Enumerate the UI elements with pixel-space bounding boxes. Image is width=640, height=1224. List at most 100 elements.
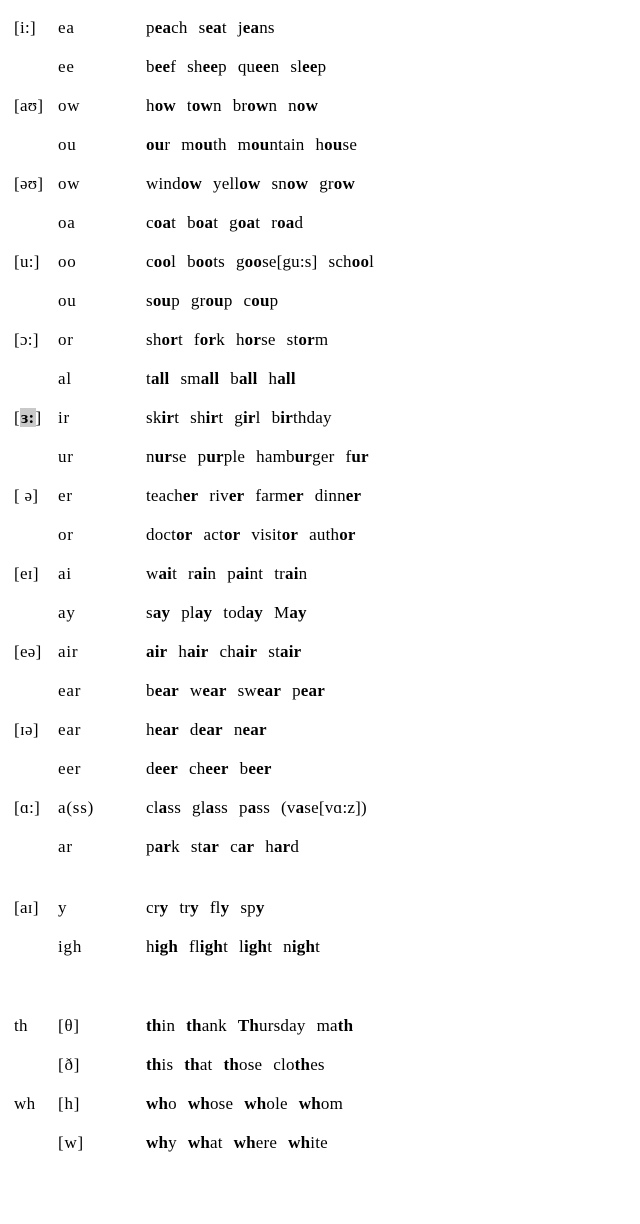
target-grapheme: ou [152,291,172,310]
target-grapheme: ai [235,564,250,583]
target-grapheme: ea [154,18,172,37]
chart-row: [i:] ea peach seat jeans [0,8,640,47]
phonetic-symbol: [i:] [14,18,36,37]
example-word: spy [240,898,265,917]
example-words: how town brown now [146,86,640,125]
target-grapheme: ou [146,135,165,154]
row-spacer [0,866,640,888]
example-word: shirt [190,408,224,427]
example-word: who [146,1094,177,1113]
target-grapheme: ar [237,837,255,856]
example-word: goat [229,213,261,232]
letter-key: th [14,1016,28,1035]
example-words: air hair chair stair [146,632,640,671]
example-word: girl [234,408,261,427]
example-words: thin thank Thursday math [146,1006,640,1045]
example-word: school [328,252,375,271]
chart-row: [ɪə] ear hear dear near [0,710,640,749]
example-word: whom [298,1094,344,1113]
target-grapheme: ar [273,837,291,856]
example-word: bear [146,681,179,700]
example-word: say [146,603,171,622]
spelling-pattern: ur [58,447,74,466]
example-word: coup [243,291,279,310]
example-word: swear [237,681,282,700]
target-grapheme: ur [351,447,369,466]
example-word: cheer [188,759,229,778]
target-grapheme: ow [154,96,176,115]
target-grapheme: ow [287,174,309,193]
spelling-pattern: ear [58,681,82,700]
target-grapheme: igh [154,937,178,956]
phonetic-symbol: [w] [58,1133,84,1152]
example-word: chair [219,642,258,661]
example-word: window [146,174,202,193]
phonetic-symbol: [eɪ] [14,564,39,583]
target-grapheme: wh [146,1133,169,1152]
target-grapheme: ay [152,603,171,622]
example-word: thank [186,1016,227,1035]
target-grapheme: th [294,1055,311,1074]
target-grapheme: ow [333,174,355,193]
example-word: farmer [255,486,304,505]
target-grapheme: ear [154,681,179,700]
phonetic-symbol: [θ] [58,1016,80,1035]
target-grapheme: ou [324,135,343,154]
example-words: nurse purple hamburger fur [146,437,640,476]
chart-row: wh [h] who whose whole whom [0,1084,640,1123]
example-word: train [274,564,308,583]
example-word: whole [244,1094,288,1113]
example-word: tall [146,369,170,388]
example-word: hall [268,369,296,388]
target-grapheme: air [187,642,209,661]
example-word: stair [268,642,302,661]
target-grapheme: a [205,798,215,817]
example-word: visitor [251,525,299,544]
spelling-pattern: ee [58,57,75,76]
chart-row: [ɜ:] ir skirt shirt girl birthday [0,398,640,437]
example-word: sleep [290,57,327,76]
example-word: ball [230,369,258,388]
target-grapheme: ea [205,18,222,37]
example-word: paint [227,564,264,583]
spelling-pattern: al [58,369,72,388]
example-word: queen [237,57,280,76]
example-word: mountain [237,135,305,154]
target-grapheme: ow [296,96,319,115]
target-grapheme: ear [256,681,282,700]
example-word: skirt [146,408,180,427]
target-grapheme: eer [248,759,272,778]
example-word: grow [319,174,355,193]
spelling-pattern: y [58,898,68,917]
example-words: hear dear near [146,710,640,749]
example-word: why [146,1133,177,1152]
chart-row: ur nurse purple hamburger fur [0,437,640,476]
target-grapheme: ee [154,57,171,76]
letter-key: wh [14,1094,36,1113]
target-grapheme: ar [154,837,172,856]
target-grapheme: all [238,369,258,388]
target-grapheme: ir [205,408,219,427]
spelling-pattern: ow [58,96,81,115]
target-grapheme: all [200,369,220,388]
chart-row: [ɔ:] or short fork horse storm [0,320,640,359]
example-word: nurse [146,447,187,466]
target-grapheme: y [159,898,169,917]
target-grapheme: oa [277,213,295,232]
chart-row: [aɪ] y cry try fly spy [0,888,640,927]
example-word: our [146,135,171,154]
spelling-pattern: or [58,330,74,349]
phonetic-symbol: [ð] [58,1055,81,1074]
example-words: cool boots goose[gu:s] school [146,242,640,281]
example-word: Thursday [237,1016,306,1035]
example-words: teacher river farmer dinner [146,476,640,515]
example-words: say play today May [146,593,640,632]
target-grapheme: th [186,1016,202,1035]
example-word: deer [146,759,178,778]
target-grapheme: oo [244,252,263,271]
target-grapheme: ou [205,291,224,310]
phonetic-symbol: [aʊ] [14,96,44,115]
example-words: high flight light night [146,927,640,966]
target-grapheme: ir [161,408,175,427]
